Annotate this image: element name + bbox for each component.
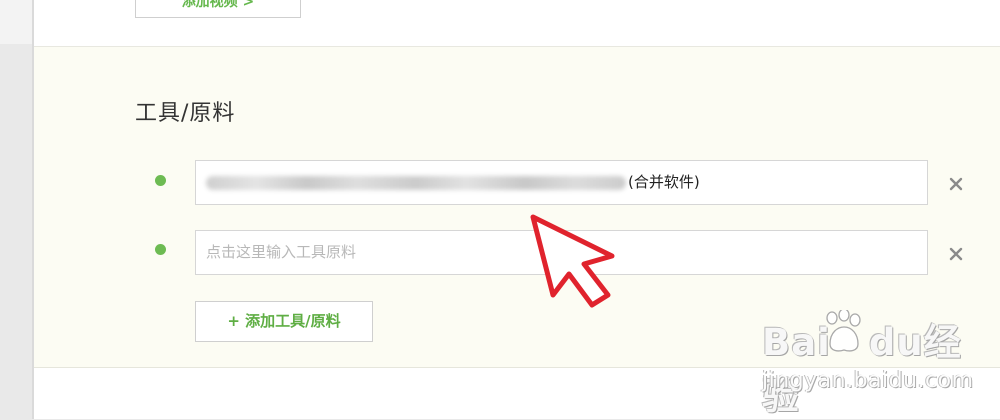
green-dot-icon — [155, 175, 166, 186]
tool-input-1-suffix: (合并软件) — [628, 173, 700, 191]
remove-item-1-button[interactable] — [946, 174, 966, 194]
watermark-url: jingyan.baidu.com — [762, 368, 974, 393]
section-title: 工具/原料 — [135, 101, 236, 126]
red-arrow-cursor-icon — [530, 214, 615, 308]
green-dot-icon — [155, 244, 166, 255]
watermark-brand: Bai du经验 — [762, 321, 962, 418]
video-section: 添加视频 > — [34, 0, 1000, 47]
remove-item-2-button[interactable] — [946, 244, 966, 264]
blurred-url-text — [206, 175, 626, 190]
add-tool-button[interactable]: + 添加工具/原料 — [195, 301, 373, 342]
tool-input-2-placeholder: 点击这里输入工具原料 — [206, 243, 357, 261]
left-gutter — [0, 0, 34, 419]
left-gutter-cap — [0, 0, 34, 44]
tool-input-1[interactable]: (合并软件) — [195, 160, 928, 205]
add-video-button[interactable]: 添加视频 > — [135, 0, 301, 18]
baidu-jingyan-watermark: Bai du经验 jingyan.baidu.com — [762, 310, 992, 418]
close-icon — [949, 177, 963, 191]
close-icon — [949, 247, 963, 261]
